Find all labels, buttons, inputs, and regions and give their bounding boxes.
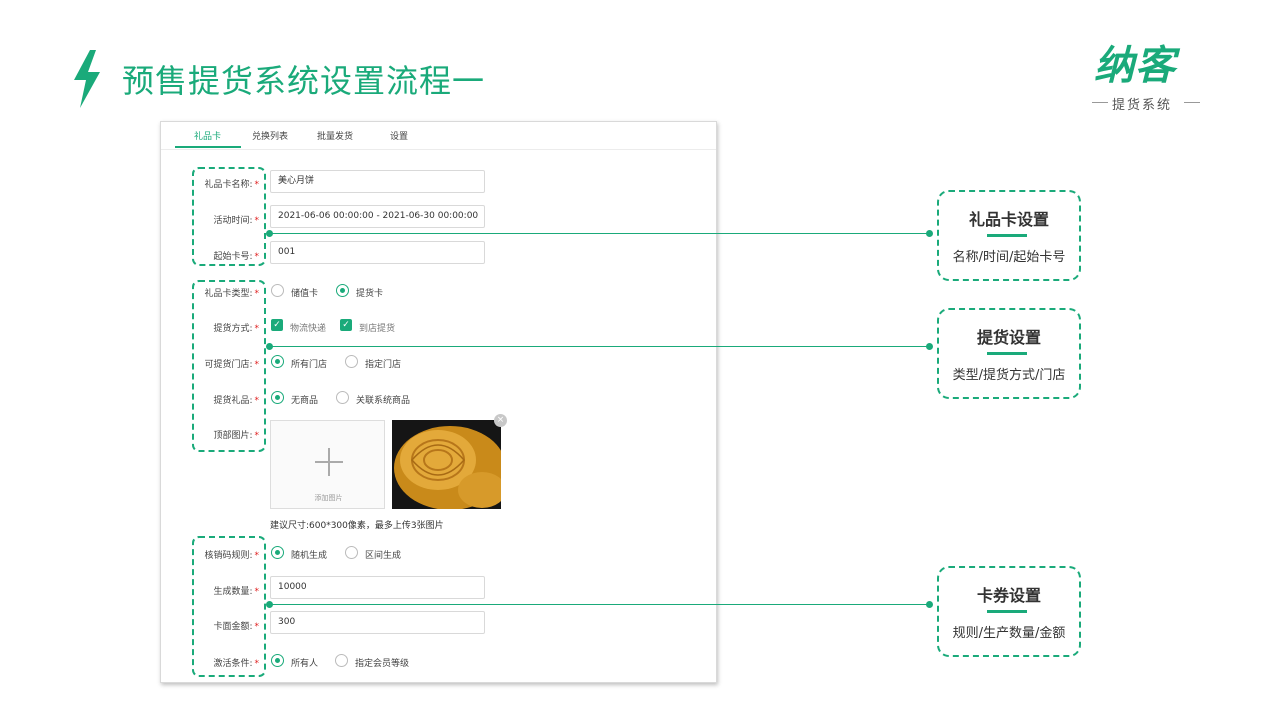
- checkbox-express-icon[interactable]: ✓: [271, 319, 283, 331]
- code-option-random: 随机生成: [291, 551, 328, 561]
- tab-settings[interactable]: 设置: [390, 129, 408, 142]
- tab-gift-card[interactable]: 礼品卡: [194, 129, 221, 142]
- mooncake-thumbnail: [392, 420, 501, 509]
- callout-card-settings: 礼品卡设置 名称/时间/起始卡号: [937, 190, 1081, 281]
- tab-batch-ship[interactable]: 批量发货: [317, 129, 353, 142]
- code-radio-random[interactable]: [271, 546, 284, 559]
- store-option-specified: 指定门店: [365, 360, 402, 370]
- connector-dot-end-3: [926, 601, 933, 608]
- callout-coupon-settings: 卡券设置 规则/生产数量/金额: [937, 566, 1081, 657]
- callout-description: 名称/时间/起始卡号: [952, 250, 1066, 265]
- code-option-range: 区间生成: [365, 551, 402, 561]
- activate-radio-everyone[interactable]: [271, 654, 284, 667]
- activate-option-member-level: 指定会员等级: [355, 659, 410, 669]
- plus-icon-vertical: [328, 448, 330, 476]
- card-type-radio-stored-value[interactable]: [271, 284, 284, 297]
- highlight-group-coupon-settings: [192, 536, 266, 677]
- callout-title: 卡券设置: [976, 586, 1041, 605]
- store-radio-specified[interactable]: [345, 355, 358, 368]
- face-value-input[interactable]: 300: [270, 611, 485, 634]
- highlight-group-card-settings: [192, 167, 266, 266]
- connector-dot-end-2: [926, 343, 933, 350]
- callout-title: 提货设置: [976, 328, 1041, 347]
- callout-description: 规则/生产数量/金额: [952, 626, 1066, 641]
- add-image-label: 添加图片: [314, 494, 343, 502]
- connector-line-pickup-settings: [269, 346, 929, 347]
- lightning-bolt-icon: [74, 50, 100, 108]
- card-type-option-pickup: 提货卡: [356, 289, 384, 299]
- highlight-group-pickup-settings: [192, 280, 266, 452]
- logo-dash-left: [1092, 102, 1108, 103]
- page-title: 预售提货系统设置流程一: [122, 62, 486, 100]
- callout-underline: [987, 610, 1027, 613]
- store-option-all: 所有门店: [291, 360, 328, 370]
- tab-redeem-list[interactable]: 兑换列表: [252, 129, 288, 142]
- callout-underline: [987, 352, 1027, 355]
- tab-bar: 礼品卡 兑换列表 批量发货 设置: [161, 122, 716, 150]
- brand-logo: 纳客 提货系统: [1080, 42, 1210, 114]
- card-name-input[interactable]: 美心月饼: [270, 170, 485, 193]
- logo-main-text: 纳客: [1094, 43, 1176, 89]
- connector-line-coupon-settings: [269, 604, 929, 605]
- connector-line-card-settings: [269, 233, 929, 234]
- store-radio-all[interactable]: [271, 355, 284, 368]
- gift-option-none: 无商品: [291, 396, 319, 406]
- remove-image-close-icon[interactable]: ×: [494, 414, 507, 427]
- gen-count-input[interactable]: 10000: [270, 576, 485, 599]
- callout-description: 类型/提货方式/门店: [952, 368, 1066, 383]
- activate-option-everyone: 所有人: [291, 659, 319, 669]
- pickup-method-option-express: 物流快递: [290, 324, 327, 334]
- logo-sub-text: 提货系统: [1112, 98, 1173, 113]
- code-radio-range[interactable]: [345, 546, 358, 559]
- checkbox-in-store-icon[interactable]: ✓: [340, 319, 352, 331]
- connector-dot-end-1: [926, 230, 933, 237]
- card-type-option-stored-value: 储值卡: [291, 289, 319, 299]
- image-size-hint: 建议尺寸:600*300像素，最多上传3张图片: [270, 521, 444, 531]
- gift-radio-linked[interactable]: [336, 391, 349, 404]
- logo-dash-right: [1184, 102, 1200, 103]
- callout-pickup-settings: 提货设置 类型/提货方式/门店: [937, 308, 1081, 399]
- callout-title: 礼品卡设置: [968, 210, 1049, 229]
- callout-underline: [987, 234, 1027, 237]
- activity-time-input[interactable]: 2021-06-06 00:00:00 - 2021-06-30 00:00:0…: [270, 205, 485, 228]
- card-type-radio-pickup[interactable]: [336, 284, 349, 297]
- activate-radio-member-level[interactable]: [335, 654, 348, 667]
- active-tab-indicator: [175, 146, 241, 148]
- gift-option-linked: 关联系统商品: [356, 396, 411, 406]
- gift-radio-none[interactable]: [271, 391, 284, 404]
- add-image-button[interactable]: 添加图片: [270, 420, 385, 509]
- start-number-input[interactable]: 001: [270, 241, 485, 264]
- pickup-method-option-in-store: 到店提货: [359, 324, 396, 334]
